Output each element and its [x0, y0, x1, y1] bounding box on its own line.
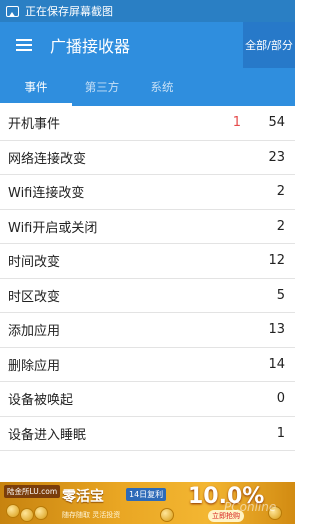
event-count: 14	[268, 356, 285, 372]
list-item[interactable]: 网络连接改变 23	[0, 141, 295, 175]
event-count: 1	[276, 425, 285, 441]
event-count: 12	[268, 253, 285, 269]
filter-all-partial-button[interactable]: 全部/部分	[243, 22, 295, 68]
event-name: 添加应用	[8, 324, 61, 340]
menu-icon[interactable]	[16, 39, 32, 51]
list-item[interactable]: 开机事件 1 54	[0, 106, 295, 141]
tab-events[interactable]: 事件	[0, 68, 72, 106]
status-bar: 正在保存屏幕截图	[0, 0, 295, 22]
event-name: 设备被唤起	[8, 393, 74, 409]
list-item[interactable]: Wifi开启或关闭 2	[0, 210, 295, 244]
list-item[interactable]: 设备被唤起 0	[0, 382, 295, 417]
tab-third-party[interactable]: 第三方	[72, 68, 132, 106]
coin-icon	[20, 508, 34, 522]
list-item[interactable]: 设备进入睡眠 1	[0, 417, 295, 451]
coin-icon	[160, 508, 174, 522]
event-name: 设备进入睡眠	[8, 427, 87, 443]
event-count: 2	[276, 218, 285, 234]
event-name: Wifi连接改变	[8, 186, 85, 202]
event-count: 23	[268, 149, 285, 165]
coin-icon	[6, 504, 20, 518]
tab-system[interactable]: 系统	[132, 68, 192, 106]
ad-tag: 14日复利	[126, 488, 167, 501]
event-name: Wifi开启或关闭	[8, 220, 98, 236]
list-item[interactable]: 删除应用 14	[0, 348, 295, 382]
ad-banner[interactable]: 陆金所LU.com 零活宝 14日复利 随存随取 灵活投资 10.0% 立即抢购…	[0, 482, 295, 524]
ad-brand: 陆金所LU.com	[4, 485, 61, 498]
list-item[interactable]: 时区改变 5	[0, 279, 295, 313]
ad-product: 零活宝	[62, 489, 104, 505]
event-name: 网络连接改变	[8, 151, 87, 167]
coin-icon	[34, 506, 48, 520]
watermark: PConline	[224, 500, 277, 514]
list-item[interactable]: 时间改变 12	[0, 244, 295, 279]
event-count: 0	[276, 391, 285, 407]
status-notification: 正在保存屏幕截图	[25, 5, 113, 18]
event-name: 删除应用	[8, 358, 61, 374]
event-name: 开机事件	[8, 117, 61, 133]
image-icon	[6, 5, 19, 17]
event-count: 5	[276, 287, 285, 303]
tab-bar: 事件 第三方 系统	[0, 68, 295, 106]
app-bar: 广播接收器 全部/部分	[0, 22, 295, 68]
event-name: 时区改变	[8, 289, 61, 305]
event-list: 开机事件 1 54 网络连接改变 23 Wifi连接改变 2 Wifi开启或关闭…	[0, 106, 295, 451]
event-count: 54	[268, 115, 285, 131]
list-item[interactable]: 添加应用 13	[0, 313, 295, 348]
ad-subtitle: 随存随取 灵活投资	[62, 511, 121, 519]
list-item[interactable]: Wifi连接改变 2	[0, 175, 295, 210]
new-badge: 1	[232, 115, 241, 131]
event-name: 时间改变	[8, 255, 61, 271]
event-count: 13	[268, 322, 285, 338]
event-count: 2	[276, 184, 285, 200]
